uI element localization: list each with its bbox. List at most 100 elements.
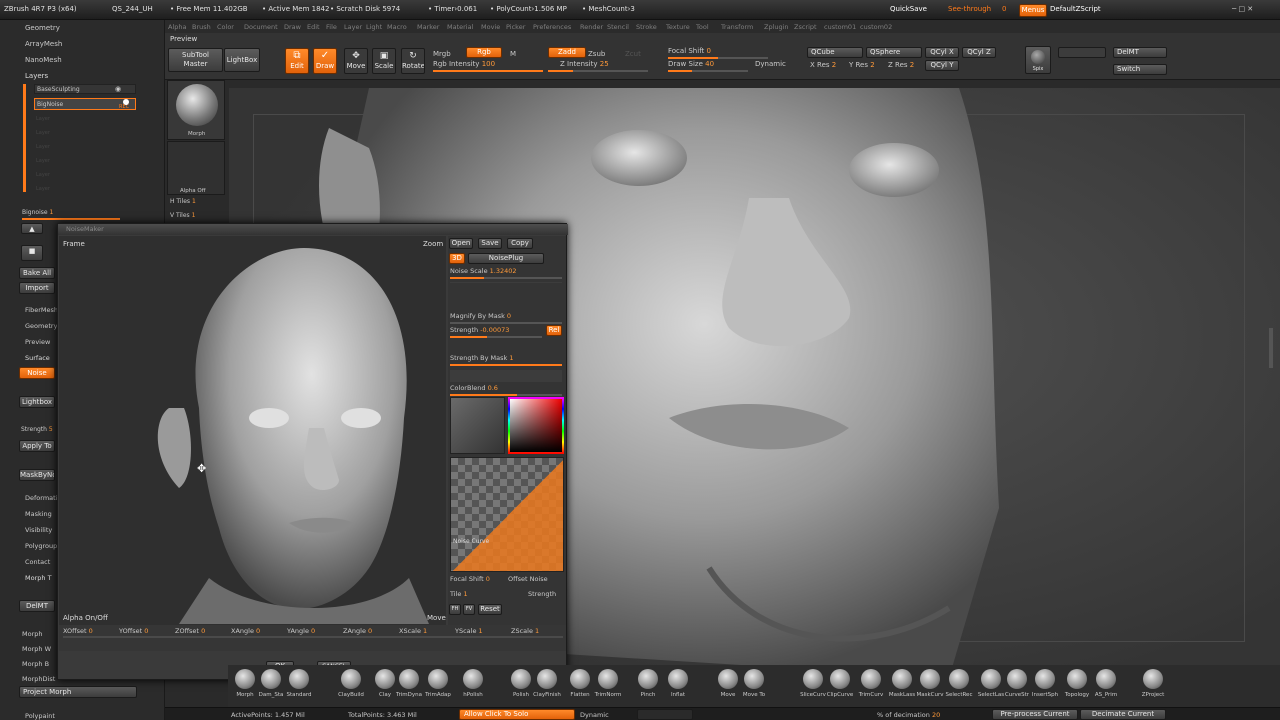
- allow-click-to-solo-toggle[interactable]: Allow Click To Solo: [459, 709, 575, 720]
- yscale-slider[interactable]: YScale 1: [455, 627, 483, 635]
- zscale-slider[interactable]: ZScale 1: [511, 627, 539, 635]
- menu-item[interactable]: Brush: [192, 23, 211, 31]
- bignoise-slider-track[interactable]: [22, 218, 120, 220]
- menu-item[interactable]: File: [326, 23, 337, 31]
- focal-shift-label[interactable]: Focal Shift 0: [668, 47, 711, 55]
- noise-preview-canvas[interactable]: Frame Zoom ✥ Alpha On/Off Move: [59, 236, 446, 625]
- menu-item[interactable]: Macro: [387, 23, 407, 31]
- qcube-button[interactable]: QCube: [807, 47, 863, 58]
- menu-item[interactable]: custom01: [824, 23, 856, 31]
- rgb-intensity-label[interactable]: Rgb Intensity 100: [433, 60, 495, 68]
- zcut-button[interactable]: Zcut: [625, 50, 641, 58]
- z-intensity-slider[interactable]: [548, 70, 648, 72]
- reset-button[interactable]: Reset: [478, 604, 502, 615]
- menu-item[interactable]: Picker: [506, 23, 525, 31]
- noise-scale-slider[interactable]: Noise Scale 1.32402: [450, 267, 517, 275]
- visibility-subpalette[interactable]: Visibility: [25, 526, 52, 534]
- offset-noise-slider[interactable]: Offset Noise: [508, 575, 548, 583]
- brush-item[interactable]: Move To: [740, 667, 768, 705]
- yangle-slider[interactable]: YAngle 0: [287, 627, 315, 635]
- masking-subpalette[interactable]: Masking: [25, 510, 52, 518]
- color-picker[interactable]: [508, 397, 564, 454]
- quicksave-button[interactable]: QuickSave: [890, 5, 927, 13]
- morph-w-button[interactable]: Morph W: [22, 645, 51, 653]
- brush-item[interactable]: TrimDyna: [395, 667, 423, 705]
- zsub-button[interactable]: Zsub: [588, 50, 605, 58]
- polypaint-subpalette[interactable]: Polypaint: [25, 712, 55, 720]
- layers-subpalette[interactable]: Layers: [25, 72, 48, 80]
- mrgb-button[interactable]: Mrgb: [433, 50, 451, 58]
- zoom-button[interactable]: Zoom: [423, 240, 443, 248]
- z-intensity-label[interactable]: Z Intensity 25: [560, 60, 609, 68]
- y-res-label[interactable]: Y Res 2: [849, 61, 875, 69]
- menu-item[interactable]: Document: [244, 23, 278, 31]
- strength-by-mask-track[interactable]: [450, 364, 562, 366]
- menu-item[interactable]: Tool: [696, 23, 709, 31]
- brush-item[interactable]: Dam_Sta: [257, 667, 285, 705]
- brush-item[interactable]: MaskCurv: [916, 667, 944, 705]
- brush-item[interactable]: SelectRec: [945, 667, 973, 705]
- subtool-master-button[interactable]: SubTool Master: [168, 48, 223, 72]
- layers-scrollbar[interactable]: [23, 84, 26, 192]
- curve-focal-shift-slider[interactable]: Focal Shift 0: [450, 575, 490, 583]
- default-zscript-button[interactable]: DefaultZScript: [1050, 5, 1101, 13]
- nanomesh-subpalette[interactable]: NanoMesh: [25, 56, 62, 64]
- stop-icon[interactable]: ■: [21, 245, 43, 261]
- dynamic-toggle[interactable]: Dynamic: [755, 60, 786, 68]
- surface-subpalette[interactable]: Surface: [25, 354, 50, 362]
- qsphere-button[interactable]: QSphere: [866, 47, 922, 58]
- delmt-button[interactable]: DelMT: [1113, 47, 1167, 58]
- brush-item[interactable]: TrimCurv: [857, 667, 885, 705]
- xoffset-slider[interactable]: XOffset 0: [63, 627, 93, 635]
- edit-button[interactable]: ⧉ Edit: [285, 48, 309, 74]
- menus-button[interactable]: Menus: [1019, 4, 1047, 17]
- bignoise-slider[interactable]: Bignoise 1: [22, 209, 53, 216]
- fh-button[interactable]: FH: [449, 604, 461, 615]
- menu-item[interactable]: Zplugin: [764, 23, 789, 31]
- h-tiles-slider[interactable]: H Tiles 1: [170, 198, 196, 205]
- menu-item[interactable]: Layer: [344, 23, 362, 31]
- brush-item[interactable]: InsertSph: [1031, 667, 1059, 705]
- rec-dot-icon[interactable]: [123, 99, 129, 105]
- brush-item[interactable]: Move: [714, 667, 742, 705]
- strength-slider[interactable]: Strength 5: [21, 426, 53, 433]
- frame-button[interactable]: Frame: [63, 240, 85, 248]
- zangle-slider[interactable]: ZAngle 0: [343, 627, 372, 635]
- move-preview-button[interactable]: Move: [427, 614, 446, 622]
- rotate-button[interactable]: ↻ Rotate: [401, 48, 425, 74]
- brush-item[interactable]: ClayFinish: [533, 667, 561, 705]
- noise-scale-track[interactable]: [450, 277, 562, 279]
- blank-status-field[interactable]: [637, 709, 693, 720]
- brush-item[interactable]: AS_Prim: [1092, 667, 1120, 705]
- qcyl-y-button[interactable]: QCyl Y: [925, 60, 959, 71]
- menu-item[interactable]: Movie: [481, 23, 500, 31]
- morph-target-subpalette[interactable]: Morph T: [25, 574, 52, 582]
- brush-item[interactable]: ClayBuild: [337, 667, 365, 705]
- brush-item[interactable]: hPolish: [459, 667, 487, 705]
- menu-item[interactable]: Stroke: [636, 23, 657, 31]
- noiseplug-button[interactable]: NoisePlug: [468, 253, 544, 264]
- project-morph-button[interactable]: Project Morph: [19, 686, 137, 698]
- colorblend-track[interactable]: [450, 394, 562, 396]
- delmt-left-button[interactable]: DelMT: [19, 600, 55, 612]
- menu-item[interactable]: Stencil: [607, 23, 629, 31]
- see-through-slider[interactable]: See-through: [948, 5, 991, 13]
- menu-item[interactable]: Preferences: [533, 23, 571, 31]
- brush-item[interactable]: ClipCurve: [826, 667, 854, 705]
- brush-item[interactable]: Pinch: [634, 667, 662, 705]
- contact-subpalette[interactable]: Contact: [25, 558, 50, 566]
- layer-row[interactable]: BaseSculpting ◉: [34, 84, 136, 94]
- move-button[interactable]: ✥ Move: [344, 48, 368, 74]
- brush-item[interactable]: TrimNorm: [594, 667, 622, 705]
- menu-item[interactable]: Render: [580, 23, 603, 31]
- geometry-subpalette[interactable]: Geometry: [25, 24, 60, 32]
- color-swatch-1[interactable]: [450, 397, 505, 454]
- draw-size-label[interactable]: Draw Size 40: [668, 60, 714, 68]
- preprocess-current-button[interactable]: Pre-process Current: [992, 709, 1078, 720]
- arraymesh-subpalette[interactable]: ArrayMesh: [25, 40, 62, 48]
- z-res-label[interactable]: Z Res 2: [888, 61, 914, 69]
- menu-item[interactable]: Marker: [417, 23, 439, 31]
- transform-slider-track[interactable]: [63, 636, 563, 638]
- magnify-by-mask-track[interactable]: [450, 322, 562, 324]
- qcyl-x-button[interactable]: QCyl X: [925, 47, 959, 58]
